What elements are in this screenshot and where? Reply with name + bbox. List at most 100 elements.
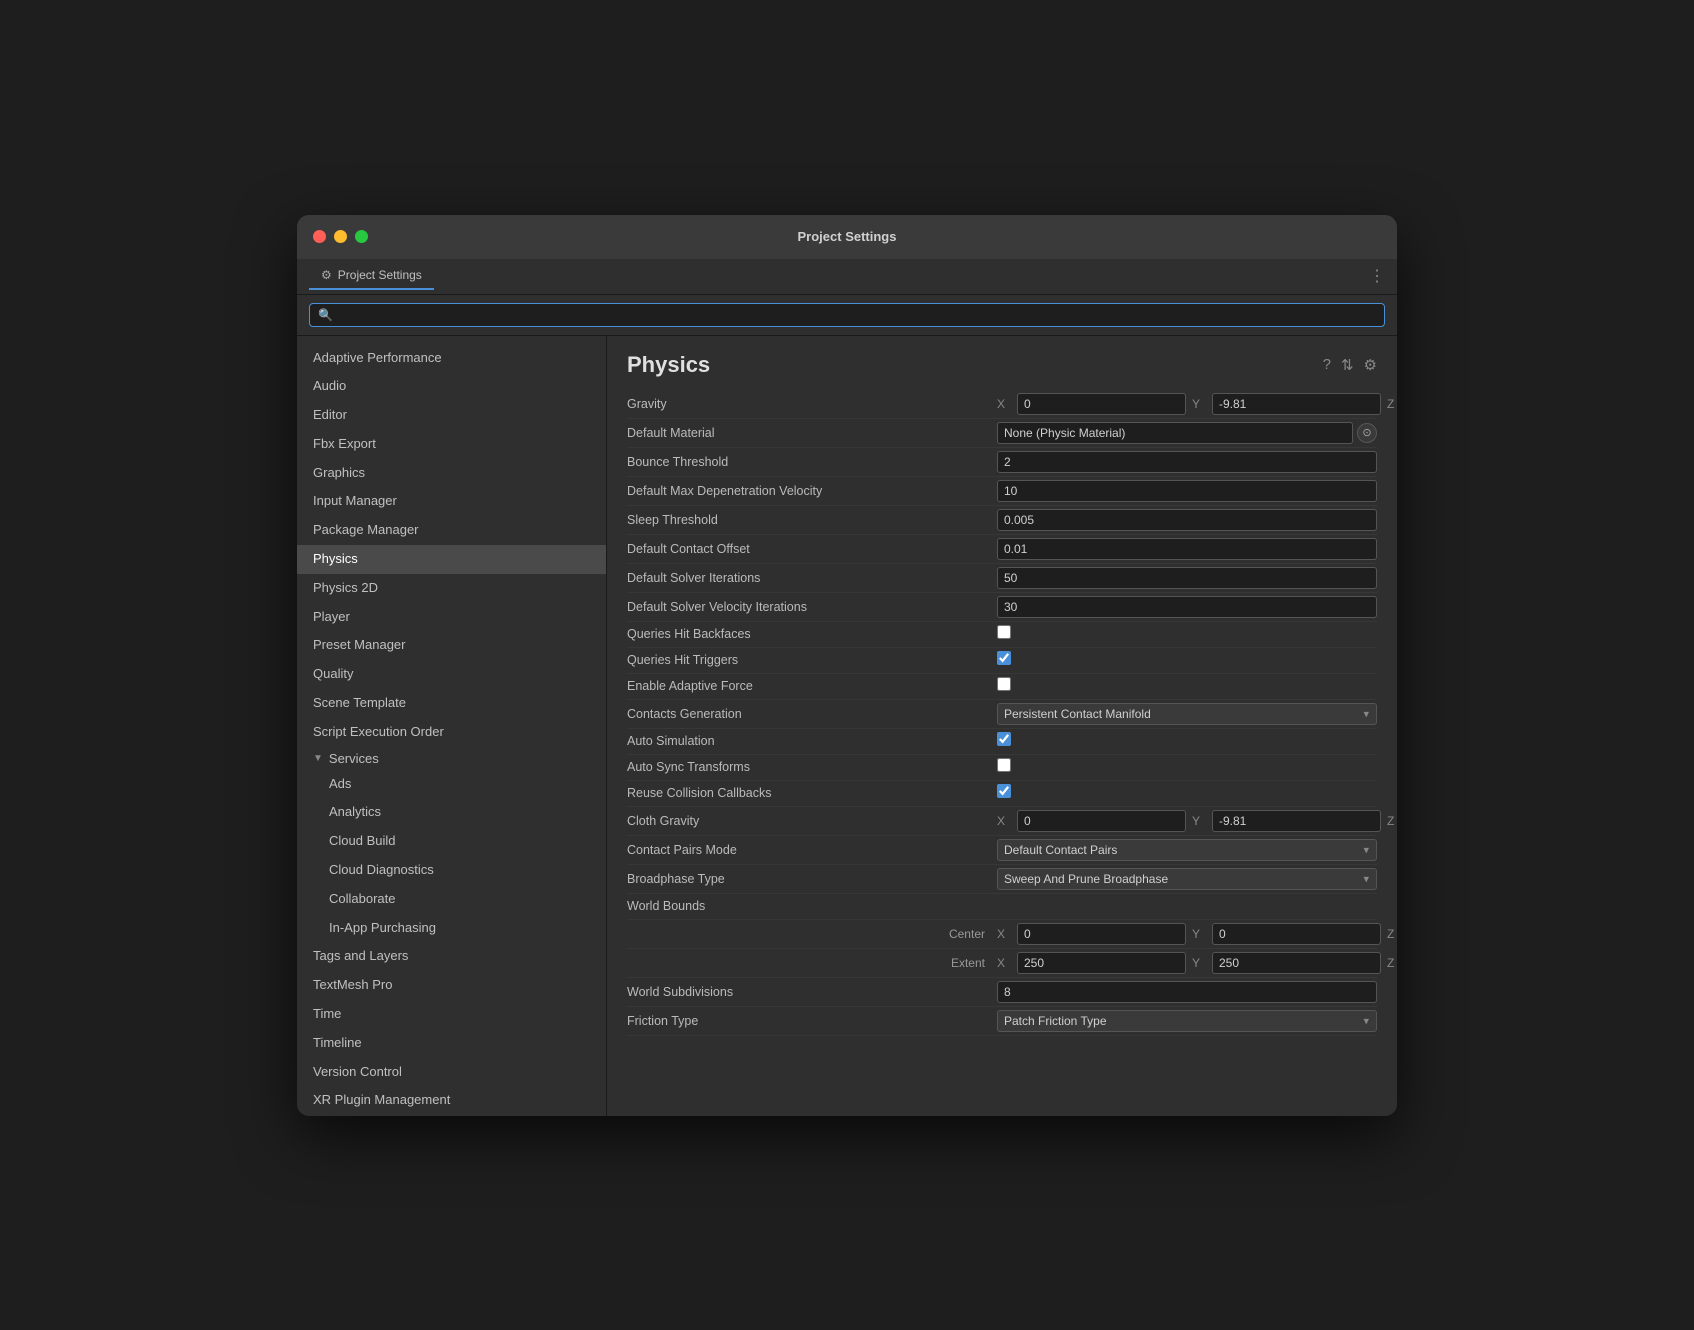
default-solver-iterations-row: Default Solver Iterations bbox=[627, 564, 1377, 593]
cloth-gravity-x-label: X bbox=[997, 814, 1011, 828]
sidebar-item-preset-manager[interactable]: Preset Manager bbox=[297, 631, 606, 660]
enable-adaptive-force-checkbox[interactable] bbox=[997, 677, 1011, 691]
sleep-threshold-input[interactable] bbox=[997, 509, 1377, 531]
enable-adaptive-force-label: Enable Adaptive Force bbox=[627, 679, 997, 693]
broadphase-type-select[interactable]: Sweep And Prune Broadphase Multibox Prun… bbox=[997, 868, 1377, 890]
friction-type-value: Patch Friction Type One Directional Fric… bbox=[997, 1010, 1377, 1032]
preset-icon[interactable]: ⇅ bbox=[1341, 356, 1354, 374]
search-input[interactable] bbox=[339, 308, 1376, 322]
sidebar-item-analytics[interactable]: Analytics bbox=[297, 798, 606, 827]
queries-hit-triggers-checkbox[interactable] bbox=[997, 651, 1011, 665]
sidebar-item-editor[interactable]: Editor bbox=[297, 401, 606, 430]
contacts-generation-select[interactable]: Persistent Contact Manifold Legacy Conta… bbox=[997, 703, 1377, 725]
sidebar-item-input-manager[interactable]: Input Manager bbox=[297, 487, 606, 516]
sidebar-item-time[interactable]: Time bbox=[297, 1000, 606, 1029]
sidebar-item-player[interactable]: Player bbox=[297, 603, 606, 632]
sidebar-item-cloud-build[interactable]: Cloud Build bbox=[297, 827, 606, 856]
gravity-x-label: X bbox=[997, 397, 1011, 411]
header-icons: ? ⇅ ⚙ bbox=[1323, 356, 1377, 374]
sidebar-item-scene-template[interactable]: Scene Template bbox=[297, 689, 606, 718]
maximize-button[interactable] bbox=[355, 230, 368, 243]
extent-z-label: Z bbox=[1387, 956, 1397, 970]
sidebar-item-tags-and-layers[interactable]: Tags and Layers bbox=[297, 942, 606, 971]
gravity-y-input[interactable] bbox=[1212, 393, 1381, 415]
cloth-gravity-y-input[interactable] bbox=[1212, 810, 1381, 832]
default-solver-velocity-iterations-label: Default Solver Velocity Iterations bbox=[627, 600, 997, 614]
default-contact-offset-input[interactable] bbox=[997, 538, 1377, 560]
main-content: Adaptive Performance Audio Editor Fbx Ex… bbox=[297, 336, 1397, 1116]
center-y-input[interactable] bbox=[1212, 923, 1381, 945]
auto-simulation-checkbox[interactable] bbox=[997, 732, 1011, 746]
default-contact-offset-value bbox=[997, 538, 1377, 560]
sidebar-services-header[interactable]: ▼ Services bbox=[297, 747, 606, 770]
gear-icon: ⚙ bbox=[321, 268, 332, 282]
center-z-label: Z bbox=[1387, 927, 1397, 941]
default-material-value: ⊙ bbox=[997, 422, 1377, 444]
extent-x-label: X bbox=[997, 956, 1011, 970]
auto-sync-transforms-checkbox[interactable] bbox=[997, 758, 1011, 772]
world-subdivisions-input[interactable] bbox=[997, 981, 1377, 1003]
default-material-pick-button[interactable]: ⊙ bbox=[1357, 423, 1377, 443]
sidebar-item-package-manager[interactable]: Package Manager bbox=[297, 516, 606, 545]
settings-icon[interactable]: ⚙ bbox=[1364, 356, 1377, 374]
sidebar-item-audio[interactable]: Audio bbox=[297, 372, 606, 401]
cloth-gravity-x-input[interactable] bbox=[1017, 810, 1186, 832]
extent-x-input[interactable] bbox=[1017, 952, 1186, 974]
project-settings-window: Project Settings ⚙ Project Settings ⋮ 🔍 … bbox=[297, 215, 1397, 1116]
title-bar: Project Settings bbox=[297, 215, 1397, 259]
default-solver-velocity-iterations-value bbox=[997, 596, 1377, 618]
default-contact-offset-label: Default Contact Offset bbox=[627, 542, 997, 556]
gravity-x-input[interactable] bbox=[1017, 393, 1186, 415]
tab-menu-icon[interactable]: ⋮ bbox=[1369, 266, 1385, 286]
sidebar-item-physics-2d[interactable]: Physics 2D bbox=[297, 574, 606, 603]
sidebar-item-xr-plugin-management[interactable]: XR Plugin Management bbox=[297, 1086, 606, 1115]
sidebar-item-ads[interactable]: Ads bbox=[297, 770, 606, 799]
queries-hit-backfaces-checkbox[interactable] bbox=[997, 625, 1011, 639]
queries-hit-triggers-row: Queries Hit Triggers bbox=[627, 648, 1377, 674]
sidebar-item-version-control[interactable]: Version Control bbox=[297, 1058, 606, 1087]
queries-hit-backfaces-row: Queries Hit Backfaces bbox=[627, 622, 1377, 648]
sidebar-item-script-execution-order[interactable]: Script Execution Order bbox=[297, 718, 606, 747]
minimize-button[interactable] bbox=[334, 230, 347, 243]
default-material-label: Default Material bbox=[627, 426, 997, 440]
reuse-collision-callbacks-checkbox[interactable] bbox=[997, 784, 1011, 798]
sidebar-item-adaptive-performance[interactable]: Adaptive Performance bbox=[297, 344, 606, 373]
sidebar-item-textmesh-pro[interactable]: TextMesh Pro bbox=[297, 971, 606, 1000]
contacts-generation-row: Contacts Generation Persistent Contact M… bbox=[627, 700, 1377, 729]
center-x-input[interactable] bbox=[1017, 923, 1186, 945]
sidebar-item-physics[interactable]: Physics bbox=[297, 545, 606, 574]
contact-pairs-mode-select[interactable]: Default Contact Pairs Enable Kinematic K… bbox=[997, 839, 1377, 861]
sidebar-item-graphics[interactable]: Graphics bbox=[297, 459, 606, 488]
broadphase-type-value: Sweep And Prune Broadphase Multibox Prun… bbox=[997, 868, 1377, 890]
default-solver-iterations-input[interactable] bbox=[997, 567, 1377, 589]
sidebar-item-fbx-export[interactable]: Fbx Export bbox=[297, 430, 606, 459]
friction-type-select[interactable]: Patch Friction Type One Directional Fric… bbox=[997, 1010, 1377, 1032]
default-material-input[interactable] bbox=[997, 422, 1353, 444]
sleep-threshold-value bbox=[997, 509, 1377, 531]
close-button[interactable] bbox=[313, 230, 326, 243]
traffic-lights bbox=[313, 230, 368, 243]
contacts-generation-value: Persistent Contact Manifold Legacy Conta… bbox=[997, 703, 1377, 725]
contact-pairs-mode-value: Default Contact Pairs Enable Kinematic K… bbox=[997, 839, 1377, 861]
sidebar-item-quality[interactable]: Quality bbox=[297, 660, 606, 689]
default-max-depenetration-velocity-input[interactable] bbox=[997, 480, 1377, 502]
friction-type-row: Friction Type Patch Friction Type One Di… bbox=[627, 1007, 1377, 1036]
search-icon: 🔍 bbox=[318, 308, 333, 322]
default-max-depenetration-velocity-label: Default Max Depenetration Velocity bbox=[627, 484, 997, 498]
help-icon[interactable]: ? bbox=[1323, 356, 1331, 373]
project-settings-tab[interactable]: ⚙ Project Settings bbox=[309, 262, 434, 290]
sidebar-item-collaborate[interactable]: Collaborate bbox=[297, 885, 606, 914]
world-bounds-extent-value: X Y Z bbox=[997, 952, 1397, 974]
default-solver-velocity-iterations-input[interactable] bbox=[997, 596, 1377, 618]
extent-y-input[interactable] bbox=[1212, 952, 1381, 974]
world-bounds-center-row: Center X Y Z bbox=[627, 920, 1377, 949]
world-bounds-row: World Bounds bbox=[627, 894, 1377, 920]
default-solver-velocity-iterations-row: Default Solver Velocity Iterations bbox=[627, 593, 1377, 622]
sidebar-item-timeline[interactable]: Timeline bbox=[297, 1029, 606, 1058]
extent-y-label: Y bbox=[1192, 956, 1206, 970]
contacts-generation-label: Contacts Generation bbox=[627, 707, 997, 721]
sidebar-item-cloud-diagnostics[interactable]: Cloud Diagnostics bbox=[297, 856, 606, 885]
bounce-threshold-input[interactable] bbox=[997, 451, 1377, 473]
services-label: Services bbox=[329, 751, 379, 766]
sidebar-item-in-app-purchasing[interactable]: In-App Purchasing bbox=[297, 914, 606, 943]
